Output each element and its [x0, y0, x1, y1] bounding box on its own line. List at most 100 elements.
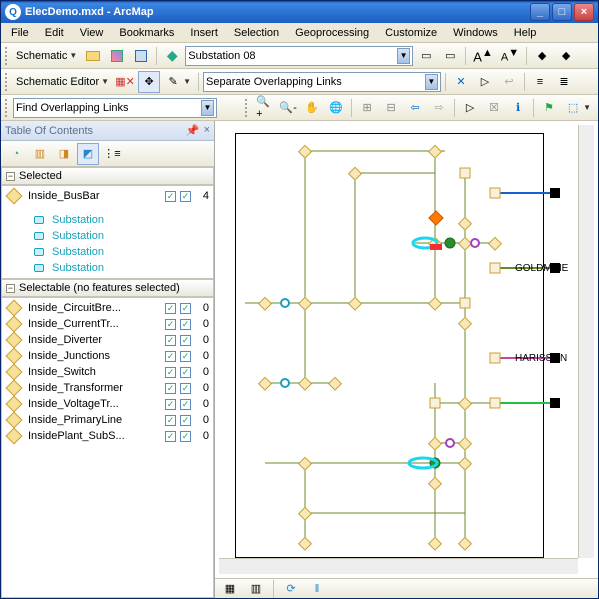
back-extent-icon[interactable]: ⇦ [404, 97, 426, 119]
substation-row[interactable]: Substation [2, 260, 213, 276]
remove-link-icon[interactable]: ▦✕ [114, 71, 136, 93]
menu-selection[interactable]: Selection [228, 25, 285, 41]
checkbox-selectable[interactable] [180, 383, 191, 394]
decrease-symbol-icon[interactable]: ◆ [531, 45, 553, 67]
collapse-icon[interactable]: − [6, 284, 15, 293]
toolbar-grip[interactable] [5, 47, 9, 65]
align-h-icon[interactable]: ≡ [529, 71, 551, 93]
menu-customize[interactable]: Customize [379, 25, 443, 41]
checkbox-selectable[interactable] [180, 351, 191, 362]
layer-row[interactable]: InsidePlant_SubS...0 [2, 428, 213, 444]
substation-row[interactable]: Substation [2, 228, 213, 244]
goto-xy-icon[interactable]: ⚑ [538, 97, 560, 119]
minimize-button[interactable]: _ [530, 3, 550, 21]
layout-view-icon[interactable]: ▥ [245, 578, 267, 599]
edit-tool-dropdown[interactable]: ✎▼ [162, 71, 194, 93]
pin-icon[interactable]: 📌 [186, 124, 200, 137]
schematic-dropdown[interactable]: Schematic▼ [13, 45, 80, 67]
checkbox-visible[interactable] [165, 383, 176, 394]
align-v-icon[interactable]: ≣ [553, 71, 575, 93]
fixed-zoom-out-icon[interactable]: ⊟ [380, 97, 402, 119]
dropdown-icon[interactable]: ▼ [425, 74, 438, 90]
menu-file[interactable]: File [5, 25, 35, 41]
pan-icon[interactable]: ✋ [301, 97, 323, 119]
layer-row[interactable]: Inside_CurrentTr...0 [2, 316, 213, 332]
dropdown-icon[interactable]: ▼ [201, 100, 214, 116]
propagate-icon[interactable]: ▭ [415, 45, 437, 67]
schematic-editor-dropdown[interactable]: Schematic Editor▼ [13, 71, 112, 93]
select-schematic-icon[interactable]: ✕ [450, 71, 472, 93]
menu-bookmarks[interactable]: Bookmarks [113, 25, 180, 41]
propagate2-icon[interactable]: ▭ [439, 45, 461, 67]
save-diagram-icon[interactable] [106, 45, 128, 67]
layer-row[interactable]: Inside_PrimaryLine0 [2, 412, 213, 428]
layer-row[interactable]: Inside_Junctions0 [2, 348, 213, 364]
collapse-icon[interactable]: − [6, 172, 15, 181]
checkbox-selectable[interactable] [180, 335, 191, 346]
find-input[interactable] [16, 100, 201, 116]
options-icon[interactable]: ⋮≡ [101, 143, 123, 165]
checkbox-visible[interactable] [165, 399, 176, 410]
checkbox-visible[interactable] [165, 335, 176, 346]
menu-insert[interactable]: Insert [184, 25, 224, 41]
increase-symbol-icon[interactable]: ◆ [555, 45, 577, 67]
layer-row-busbar[interactable]: Inside_BusBar 4 [2, 188, 213, 204]
substation-row[interactable]: Substation [2, 212, 213, 228]
checkbox-selectable[interactable] [180, 431, 191, 442]
layer-row[interactable]: Inside_Transformer0 [2, 380, 213, 396]
close-button[interactable]: × [574, 3, 594, 21]
selectable-header[interactable]: − Selectable (no features selected) [1, 279, 214, 297]
layer-icon[interactable]: ◆ [161, 45, 183, 67]
layer-row[interactable]: Inside_CircuitBre...0 [2, 300, 213, 316]
checkbox-selectable[interactable] [180, 191, 191, 202]
checkbox-selectable[interactable] [180, 303, 191, 314]
toolbar-grip[interactable] [5, 73, 9, 91]
map-canvas[interactable]: GOLDMINE HARISSON [219, 125, 594, 574]
font-smaller-icon[interactable]: A▼ [498, 45, 522, 67]
pointer-icon[interactable]: ▷ [474, 71, 496, 93]
checkbox-visible[interactable] [165, 431, 176, 442]
task-select[interactable]: ▼ [203, 72, 441, 92]
checkbox-visible[interactable] [165, 367, 176, 378]
list-by-source-icon[interactable]: ▥ [29, 143, 51, 165]
full-extent-icon[interactable]: 🌐 [325, 97, 347, 119]
refresh-icon[interactable]: ⟳ [280, 578, 302, 599]
font-larger-icon[interactable]: A▲ [470, 45, 496, 67]
checkbox-selectable[interactable] [180, 399, 191, 410]
checkbox-selectable[interactable] [180, 415, 191, 426]
dropdown-icon[interactable]: ▼ [397, 48, 410, 64]
layer-row[interactable]: Inside_Switch0 [2, 364, 213, 380]
checkbox-visible[interactable] [165, 319, 176, 330]
checkbox-visible[interactable] [165, 351, 176, 362]
checkbox-selectable[interactable] [180, 319, 191, 330]
vertical-scrollbar[interactable] [578, 125, 594, 558]
identify-icon[interactable]: ℹ [507, 97, 529, 119]
layer-row[interactable]: Inside_VoltageTr...0 [2, 396, 213, 412]
list-by-selection-icon[interactable]: ◩ [77, 143, 99, 165]
checkbox-selectable[interactable] [180, 367, 191, 378]
clear-selection-icon[interactable]: ☒ [483, 97, 505, 119]
fwd-extent-icon[interactable]: ⇨ [428, 97, 450, 119]
layer-row[interactable]: Inside_Diverter0 [2, 332, 213, 348]
zoom-out-icon[interactable]: 🔍- [277, 97, 299, 119]
toolbar-grip[interactable] [5, 99, 9, 117]
checkbox-visible[interactable] [165, 191, 176, 202]
menu-view[interactable]: View [74, 25, 110, 41]
list-by-visibility-icon[interactable]: ◨ [53, 143, 75, 165]
move-tool-icon[interactable]: ✥ [138, 71, 160, 93]
layer-select[interactable]: ▼ [185, 46, 413, 66]
horizontal-scrollbar[interactable] [219, 558, 578, 574]
selected-header[interactable]: − Selected [1, 167, 214, 185]
data-view-icon[interactable]: ▦ [219, 578, 241, 599]
menu-geoprocessing[interactable]: Geoprocessing [289, 25, 375, 41]
substation-row[interactable]: Substation [2, 244, 213, 260]
zoom-in-icon[interactable]: 🔍+ [253, 97, 275, 119]
fixed-zoom-in-icon[interactable]: ⊞ [356, 97, 378, 119]
generate-diagram-icon[interactable] [130, 45, 152, 67]
menu-help[interactable]: Help [508, 25, 543, 41]
task-select-input[interactable] [206, 74, 425, 90]
maximize-button[interactable]: □ [552, 3, 572, 21]
open-folder-icon[interactable] [82, 45, 104, 67]
menu-windows[interactable]: Windows [447, 25, 504, 41]
list-by-drawing-icon[interactable]: ◔ [5, 143, 27, 165]
